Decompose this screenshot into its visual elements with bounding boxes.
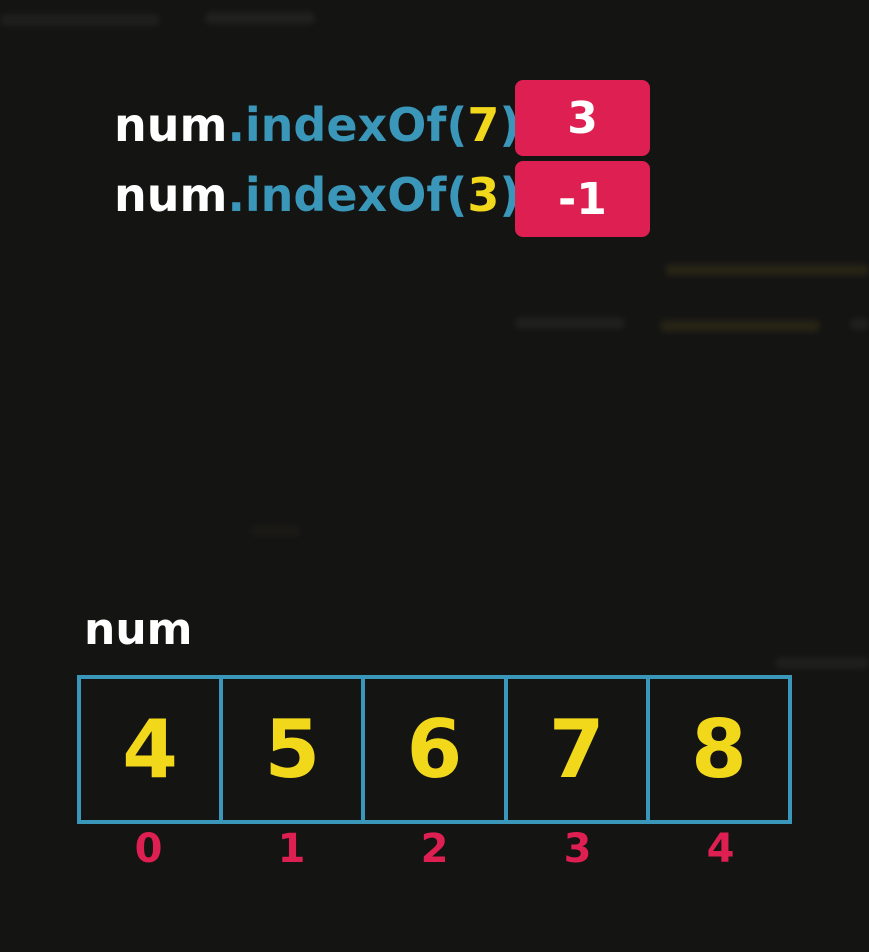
array-index: 4 [706,826,735,872]
bg-streak [665,264,869,276]
array-variable: num [114,98,228,152]
bg-streak [250,525,300,537]
bg-streak [0,14,160,26]
array-indices: 0 1 2 3 4 [77,826,792,872]
array-index: 3 [563,826,592,872]
result-badge: 3 [515,80,650,156]
array-cell: 5 [223,679,366,820]
bg-streak [660,320,820,332]
array-cell: 7 [508,679,650,820]
array-cells: 4 5 6 7 8 [77,675,792,824]
indexof-expression: num .indexOf(3) [114,157,520,233]
array-variable: num [114,168,228,222]
method-call: .indexOf( [227,98,468,152]
array-cell: 6 [365,679,508,820]
array-label: num [84,604,193,655]
method-argument: 7 [467,98,500,152]
bg-streak [850,318,869,330]
array-index: 0 [134,826,163,872]
method-call: .indexOf( [227,168,468,222]
method-argument: 3 [467,168,500,222]
array-index: 2 [420,826,449,872]
array-cell: 8 [691,703,747,796]
array-cell: 4 [81,679,224,820]
bg-streak [205,12,315,24]
indexof-expression: num .indexOf(7) [114,87,520,163]
result-badge: -1 [515,161,650,237]
array-index: 1 [277,826,306,872]
bg-streak [515,317,625,329]
bg-streak [775,657,869,669]
